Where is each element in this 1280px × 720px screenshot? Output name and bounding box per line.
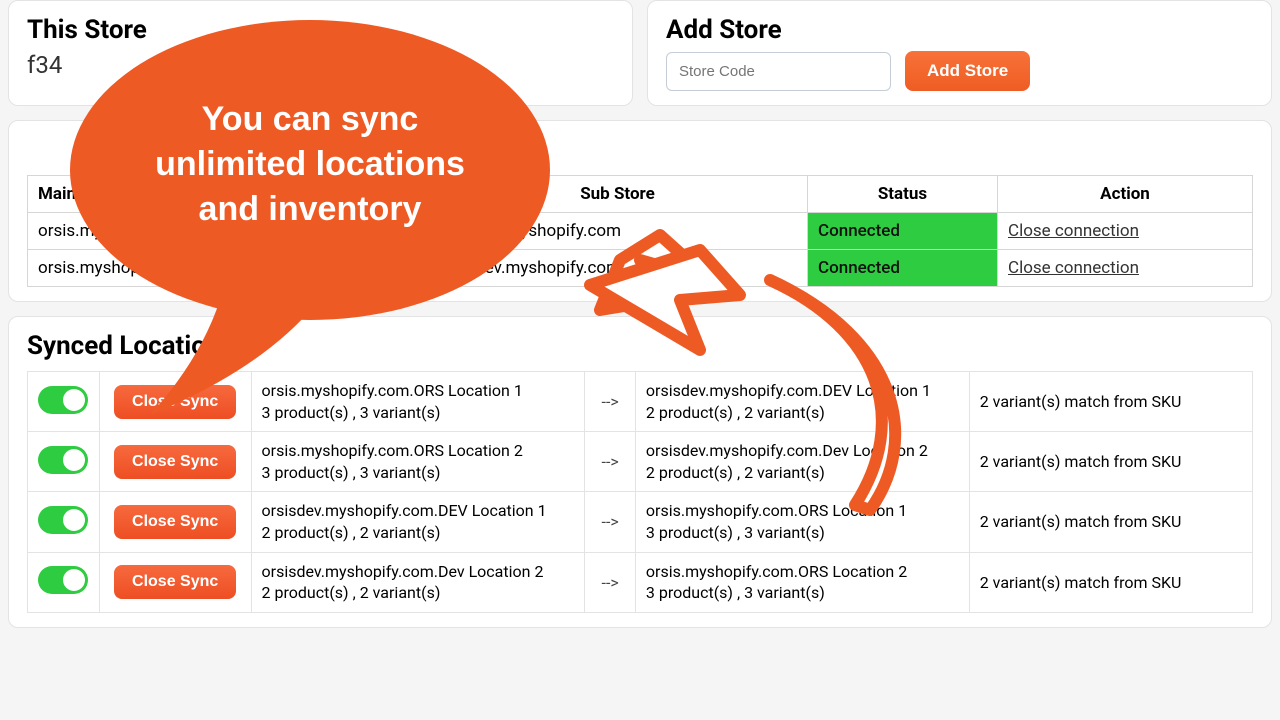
store-code-input[interactable] bbox=[666, 52, 891, 91]
sub-store-cell: orsisdev.myshopify.com bbox=[428, 250, 808, 287]
destination-location: orsis.myshopify.com.ORS Location 23 prod… bbox=[635, 552, 969, 612]
sync-toggle[interactable] bbox=[38, 506, 88, 534]
table-row: Close Sync orsisdev.myshopify.com.DEV Loc… bbox=[28, 492, 1253, 552]
status-badge: Connected bbox=[808, 250, 998, 287]
sync-toggle[interactable] bbox=[38, 446, 88, 474]
synced-locations-card: Synced Location(s) Close Sync orsis.mysho… bbox=[8, 316, 1272, 628]
action-cell: Close connection bbox=[998, 213, 1253, 250]
sub-store-cell: orsisdev.myshopify.com bbox=[428, 213, 808, 250]
close-sync-button[interactable]: Close Sync bbox=[114, 505, 236, 539]
table-row: Close Sync orsis.myshopify.com.ORS Locati… bbox=[28, 432, 1253, 492]
destination-location: orsisdev.myshopify.com.DEV Location 12 p… bbox=[635, 372, 969, 432]
status-badge: Connected bbox=[808, 213, 998, 250]
match-info: 2 variant(s) match from SKU bbox=[969, 372, 1252, 432]
add-store-title: Add Store bbox=[666, 15, 1253, 45]
close-connection-link[interactable]: Close connection bbox=[1008, 258, 1139, 278]
connections-table: Main Store Sub Store Status Action orsis… bbox=[27, 175, 1253, 287]
add-store-card: Add Store Add Store bbox=[647, 0, 1272, 106]
connections-card: Main Store Sub Store Status Action orsis… bbox=[8, 120, 1272, 302]
table-row: Close Sync orsis.myshopify.com.ORS Locati… bbox=[28, 372, 1253, 432]
close-sync-button[interactable]: Close Sync bbox=[114, 385, 236, 419]
arrow-icon: --> bbox=[585, 372, 636, 432]
add-store-button[interactable]: Add Store bbox=[905, 51, 1030, 91]
table-row: orsis.myshopify.comorsisdev.myshopify.co… bbox=[28, 250, 1253, 287]
synced-title: Synced Location(s) bbox=[27, 331, 1253, 361]
action-cell: Close connection bbox=[998, 250, 1253, 287]
source-location: orsisdev.myshopify.com.DEV Location 12 p… bbox=[251, 492, 585, 552]
source-location: orsis.myshopify.com.ORS Location 13 prod… bbox=[251, 372, 585, 432]
col-status: Status bbox=[808, 176, 998, 213]
destination-location: orsis.myshopify.com.ORS Location 13 prod… bbox=[635, 492, 969, 552]
close-connection-link[interactable]: Close connection bbox=[1008, 221, 1139, 241]
match-info: 2 variant(s) match from SKU bbox=[969, 552, 1252, 612]
destination-location: orsisdev.myshopify.com.Dev Location 22 p… bbox=[635, 432, 969, 492]
arrow-icon: --> bbox=[585, 492, 636, 552]
synced-table: Close Sync orsis.myshopify.com.ORS Locati… bbox=[27, 371, 1253, 613]
main-store-cell: orsis.myshopify.com bbox=[28, 213, 428, 250]
this-store-code: f34 bbox=[27, 51, 614, 79]
col-main-store: Main Store bbox=[28, 176, 428, 213]
table-row: orsis.myshopify.comorsisdev.myshopify.co… bbox=[28, 213, 1253, 250]
sync-toggle[interactable] bbox=[38, 386, 88, 414]
arrow-icon: --> bbox=[585, 552, 636, 612]
col-action: Action bbox=[998, 176, 1253, 213]
this-store-card: This Store f34 bbox=[8, 0, 633, 106]
sync-toggle[interactable] bbox=[38, 566, 88, 594]
close-sync-button[interactable]: Close Sync bbox=[114, 445, 236, 479]
table-row: Close Sync orsisdev.myshopify.com.Dev Loc… bbox=[28, 552, 1253, 612]
close-sync-button[interactable]: Close Sync bbox=[114, 565, 236, 599]
this-store-title: This Store bbox=[27, 15, 614, 45]
main-store-cell: orsis.myshopify.com bbox=[28, 250, 428, 287]
match-info: 2 variant(s) match from SKU bbox=[969, 492, 1252, 552]
col-sub-store: Sub Store bbox=[428, 176, 808, 213]
match-info: 2 variant(s) match from SKU bbox=[969, 432, 1252, 492]
source-location: orsis.myshopify.com.ORS Location 23 prod… bbox=[251, 432, 585, 492]
arrow-icon: --> bbox=[585, 432, 636, 492]
source-location: orsisdev.myshopify.com.Dev Location 22 p… bbox=[251, 552, 585, 612]
